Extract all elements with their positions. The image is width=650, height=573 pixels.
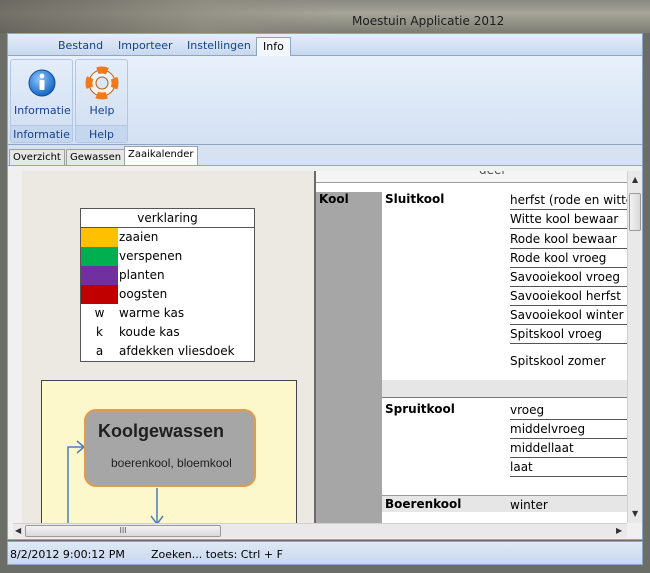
ribbon-group-informatie-label: Informatie <box>11 125 72 142</box>
legend-swatch-zaaien <box>81 228 118 247</box>
variety-cell[interactable]: Witte kool bewaar <box>510 210 627 229</box>
grid-rule <box>382 397 627 398</box>
flow-diagram: Koolgewassen boerenkool, bloemkool <box>41 380 297 523</box>
scroll-up-arrow-icon[interactable]: ▲ <box>632 175 638 184</box>
ribbon-panel: Informatie Informatie Help Help <box>8 56 642 144</box>
flow-node-title: Koolgewassen <box>98 421 225 441</box>
legend-symbol: w <box>94 306 105 320</box>
ribbon-group-informatie: Informatie Informatie <box>10 59 73 143</box>
window-title: Moestuin Applicatie 2012 <box>352 14 505 28</box>
variety-cell[interactable]: laat <box>510 458 627 477</box>
zaaikalender-panel: verklaring zaaien verspenen planten oogs… <box>7 165 643 540</box>
ribbon-tab-importeer[interactable]: Importeer <box>118 37 173 56</box>
legend-label: zaaien <box>119 230 159 244</box>
status-datetime: 8/2/2012 9:00:12 PM <box>10 548 125 561</box>
legend-swatch-verspenen <box>81 247 118 266</box>
legend-row: oogsten <box>81 285 254 304</box>
tab-overzicht[interactable]: Overzicht <box>9 149 65 165</box>
title-bar-backdrop <box>0 0 340 33</box>
tab-gewassen[interactable]: Gewassen <box>66 149 126 165</box>
variety-cell[interactable]: vroeg <box>510 401 627 420</box>
horizontal-scrollbar[interactable]: ◀ III ▶ <box>13 523 627 538</box>
status-bar: 8/2/2012 9:00:12 PM Zoeken... toets: Ctr… <box>7 541 643 565</box>
ribbon-tab-bestand[interactable]: Bestand <box>58 37 103 56</box>
help-button-label: Help <box>89 104 115 117</box>
legend-row: k koude kas <box>81 323 254 342</box>
grid-header-band: deel <box>316 171 627 183</box>
scroll-grip: III <box>119 526 127 535</box>
lifebuoy-icon <box>85 66 119 100</box>
legend-row: verspenen <box>81 247 254 266</box>
variety-cell[interactable]: Savooiekool vroeg <box>510 268 627 287</box>
scroll-down-arrow-icon[interactable]: ▼ <box>632 509 638 518</box>
main-tab-strip: Overzicht Gewassen Zaaikalender <box>7 145 643 166</box>
legend-row: planten <box>81 266 254 285</box>
variety-cell[interactable]: Rode kool vroeg <box>510 249 627 268</box>
horizontal-scroll-thumb[interactable]: III <box>25 525 221 537</box>
ribbon-group-help: Help Help <box>75 59 128 143</box>
legend-row: w warme kas <box>81 304 254 323</box>
variety-cell[interactable]: Savooiekool herfst <box>510 287 627 306</box>
legend-label: koude kas <box>119 325 180 339</box>
title-bar: Moestuin Applicatie 2012 <box>0 0 650 33</box>
flow-node-subtitle: boerenkool, bloemkool <box>111 456 232 470</box>
legend-label: planten <box>119 268 165 282</box>
help-button[interactable]: Help <box>74 64 130 120</box>
variety-cell[interactable]: Rode kool bewaar <box>510 230 627 249</box>
category-column <box>316 192 382 523</box>
group-label: Spruitkool <box>385 402 455 416</box>
legend-title: verklaring <box>81 209 254 228</box>
variety-cell[interactable]: Savooiekool winter <box>510 306 627 325</box>
info-icon <box>28 69 56 97</box>
ribbon-tab-instellingen[interactable]: Instellingen <box>187 37 251 56</box>
legend-label: afdekken vliesdoek <box>119 344 235 358</box>
variety-cell[interactable]: herfst (rode en witte) <box>510 191 627 210</box>
status-search-hint: Zoeken... toets: Ctrl + F <box>151 548 283 561</box>
legend-swatch-planten <box>81 266 118 285</box>
legend-row: a afdekken vliesdoek <box>81 342 254 361</box>
legend-label: verspenen <box>119 249 183 263</box>
ribbon-tab-info[interactable]: Info <box>256 37 291 56</box>
group-label: Sluitkool <box>385 192 445 206</box>
ribbon: Bestand Importeer Instellingen Info Info… <box>7 33 643 145</box>
ribbon-group-help-label: Help <box>76 125 127 142</box>
tab-zaaikalender[interactable]: Zaaikalender <box>124 146 198 166</box>
flow-node-koolgewassen[interactable]: Koolgewassen boerenkool, bloemkool <box>84 409 256 487</box>
crop-grid: deel Kool Sluitkool herfst (rode en witt… <box>316 171 627 523</box>
informatie-button-label: Informatie <box>14 104 71 117</box>
legend-label: oogsten <box>119 287 168 301</box>
variety-cell[interactable]: Spitskool zomer <box>510 352 627 371</box>
vertical-scrollbar[interactable]: ▲ ▼ <box>627 171 642 523</box>
grid-spacer-row <box>382 380 627 397</box>
variety-cell[interactable]: middelvroeg <box>510 420 627 439</box>
ribbon-tab-strip: Bestand Importeer Instellingen Info <box>8 34 642 56</box>
legend-table: verklaring zaaien verspenen planten oogs… <box>80 208 255 362</box>
scroll-right-arrow-icon[interactable]: ▶ <box>616 526 622 535</box>
informatie-button[interactable]: Informatie <box>14 64 71 120</box>
scroll-left-arrow-icon[interactable]: ◀ <box>15 526 21 535</box>
legend-pane: verklaring zaaien verspenen planten oogs… <box>22 171 314 523</box>
variety-cell[interactable]: middellaat <box>510 439 627 458</box>
calendar-viewport[interactable]: verklaring zaaien verspenen planten oogs… <box>22 171 627 523</box>
legend-symbol: a <box>95 344 104 358</box>
variety-cell[interactable]: winter <box>510 496 627 515</box>
variety-cell[interactable]: Spitskool vroeg <box>510 325 627 344</box>
group-label: Boerenkool <box>385 497 462 511</box>
legend-swatch-oogsten <box>81 285 118 304</box>
legend-row: zaaien <box>81 228 254 247</box>
legend-label: warme kas <box>119 306 185 320</box>
legend-symbol: k <box>96 325 103 339</box>
grid-header-partial: deel <box>479 171 505 177</box>
category-label: Kool <box>319 192 349 206</box>
vertical-scroll-thumb[interactable] <box>629 193 641 231</box>
